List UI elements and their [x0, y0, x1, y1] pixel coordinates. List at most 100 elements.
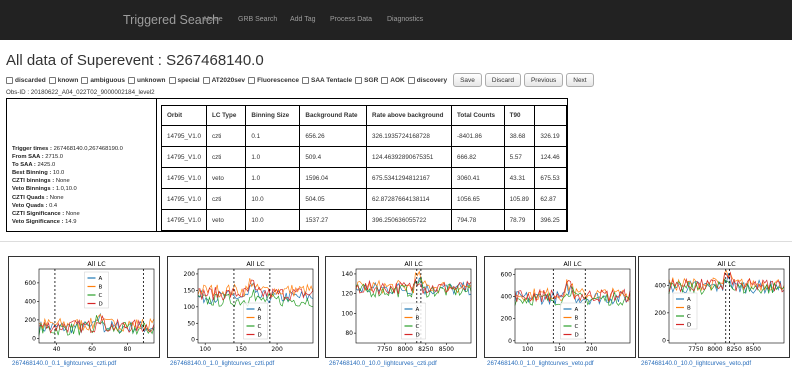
info-row: CZTI Significance : None — [12, 210, 123, 218]
table-cell: 14795_V1.0 — [161, 146, 207, 168]
nav-link-add-tag[interactable]: Add Tag — [290, 16, 316, 23]
info-value: None — [55, 178, 70, 185]
lightcurve-panel[interactable]: All LC 7750 8000 8250 8500 0 200 400 A B C D — [638, 256, 790, 358]
table-cell: 396.250636055722 — [366, 209, 453, 231]
series-line-d — [197, 279, 314, 301]
table-cell: 14795_V1.0 — [161, 167, 207, 189]
legend-label: D — [258, 333, 262, 339]
table-row: 14795_V1.0 veto 1.0 1596.04 675.534129481216… — [161, 167, 567, 189]
legend-label: D — [416, 333, 420, 339]
table-cell: veto — [205, 167, 247, 189]
legend-box — [560, 302, 585, 340]
x-tick-label: 150 — [554, 346, 566, 353]
checkbox-box[interactable] — [381, 76, 389, 84]
table-cell: 3060.41 — [451, 167, 505, 189]
checkbox-saa-tentacle[interactable]: SAA Tentacle — [301, 76, 352, 84]
legend-label: D — [99, 302, 103, 308]
lightcurve-file-link[interactable]: 267468140.0_1.0_lightcurves_veto.pdf — [487, 360, 594, 367]
info-label: CZTI Significance : — [12, 210, 65, 217]
checkbox-aok[interactable]: AOK — [381, 76, 405, 84]
checkbox-box[interactable] — [168, 76, 176, 84]
checkbox-label: SGR — [364, 76, 379, 84]
legend-label: C — [687, 314, 691, 320]
tag-controls: discarded known ambiguous unknown specia… — [6, 73, 594, 87]
checkbox-sgr[interactable]: SGR — [355, 76, 379, 84]
info-row: CZTI Quads : None — [12, 194, 123, 202]
table-cell: 656.26 — [299, 125, 368, 147]
info-label: CZTI Quads : — [12, 194, 49, 201]
lightcurve-panel[interactable]: All LC 100 150 200 0 200 400 600 A B C D — [484, 256, 636, 358]
lightcurve-file-link[interactable]: 267468140.0_0.1_lightcurves_czti.pdf — [12, 360, 116, 367]
checkbox-box[interactable] — [6, 76, 13, 84]
table-cell: 675.5341294812167 — [366, 167, 453, 189]
legend-box — [243, 302, 268, 340]
table-cell: 794.78 — [451, 209, 505, 231]
table-cell: 14795_V1.0 — [161, 125, 207, 147]
discard-button[interactable]: Discard — [484, 73, 521, 87]
lightcurve-file-link[interactable]: 267468140.0_1.0_lightcurves_czti.pdf — [170, 360, 274, 367]
table-cell: 1056.65 — [451, 188, 505, 210]
nav-link-process-data[interactable]: Process Data — [330, 16, 372, 23]
lightcurve-file-link[interactable]: 267468140.0_10.0_lightcurves_czti.pdf — [329, 360, 437, 367]
previous-button[interactable]: Previous — [523, 73, 564, 87]
table-cell: 124.46392890675351 — [366, 146, 453, 168]
info-label: To SAA : — [12, 162, 36, 169]
table-cell: 62.87 — [534, 188, 567, 210]
checkbox-box[interactable] — [355, 76, 363, 84]
nav-link-grb-search[interactable]: GRB Search — [238, 16, 277, 23]
info-label: CZTI binnings : — [12, 178, 55, 185]
nav-link-home[interactable]: Home — [204, 16, 223, 23]
lightcurve-panel[interactable]: All LC 100 150 200 0 50 100 150 200 A B C D — [167, 256, 319, 358]
lightcurve-file-link[interactable]: 267468140.0_10.0_lightcurves_veto.pdf — [641, 360, 751, 367]
table-cell: -8401.86 — [451, 125, 505, 147]
lightcurve-chart: All LC 7750 8000 8250 8500 0 200 400 ABCD — [655, 260, 785, 353]
column-header: Background Rate — [299, 105, 368, 126]
y-tick-label: 200 — [184, 271, 196, 278]
table-cell: 10.0 — [245, 188, 301, 210]
checkbox-special[interactable]: special — [168, 76, 200, 84]
table-cell: czti — [205, 188, 247, 210]
checkbox-discarded[interactable]: discarded — [6, 76, 46, 84]
save-button[interactable]: Save — [453, 73, 482, 87]
checkbox-at2020sev[interactable]: AT2020sev — [202, 76, 245, 84]
table-cell: 1.0 — [245, 167, 301, 189]
checkbox-unknown[interactable]: unknown — [127, 76, 166, 84]
checkbox-discovery[interactable]: discovery — [407, 76, 447, 84]
y-tick-label: 140 — [342, 271, 354, 278]
lightcurve-panel[interactable]: All LC 7750 8000 8250 8500 80 100 120 140 A B C D — [325, 256, 477, 358]
legend-label: C — [258, 324, 262, 330]
y-tick-label: 0 — [508, 338, 512, 345]
table-cell: czti — [205, 146, 247, 168]
info-value: 0.4 — [49, 202, 58, 209]
info-value: None — [49, 194, 64, 201]
info-value: None — [65, 210, 80, 217]
checkbox-box[interactable] — [81, 76, 89, 84]
table-cell: 124.46 — [534, 146, 567, 168]
nav-link-diagnostics[interactable]: Diagnostics — [387, 16, 423, 23]
checkbox-fluorescence[interactable]: Fluorescence — [248, 76, 299, 84]
table-cell: 78.79 — [503, 209, 536, 231]
info-value: 2425.0 — [37, 162, 56, 169]
legend-box — [401, 302, 426, 340]
checkbox-box[interactable] — [127, 76, 135, 84]
checkbox-box[interactable] — [248, 76, 256, 84]
checkbox-label: special — [177, 76, 200, 84]
next-button[interactable]: Next — [566, 73, 594, 87]
checkbox-label: Fluorescence — [257, 76, 299, 84]
chart-title: All LC — [563, 260, 582, 268]
table-cell: 14795_V1.0 — [161, 188, 207, 210]
checkbox-box[interactable] — [301, 76, 309, 84]
checkbox-box[interactable] — [202, 76, 210, 84]
x-tick-label: 8250 — [418, 346, 433, 353]
checkbox-box[interactable] — [407, 76, 415, 84]
legend-label: B — [416, 316, 420, 322]
lightcurve-panel[interactable]: All LC 40 60 80 0 200 400 600 A B C D — [8, 256, 160, 358]
y-tick-label: 400 — [501, 294, 513, 301]
checkbox-known[interactable]: known — [48, 76, 78, 84]
y-tick-label: 0 — [32, 335, 36, 342]
checkbox-ambiguous[interactable]: ambiguous — [81, 76, 125, 84]
table-cell: 1.0 — [245, 146, 301, 168]
section-separator — [0, 241, 792, 242]
trigger-info: Trigger times : 267468140.0,267468190.0 … — [12, 145, 123, 226]
checkbox-box[interactable] — [48, 76, 56, 84]
